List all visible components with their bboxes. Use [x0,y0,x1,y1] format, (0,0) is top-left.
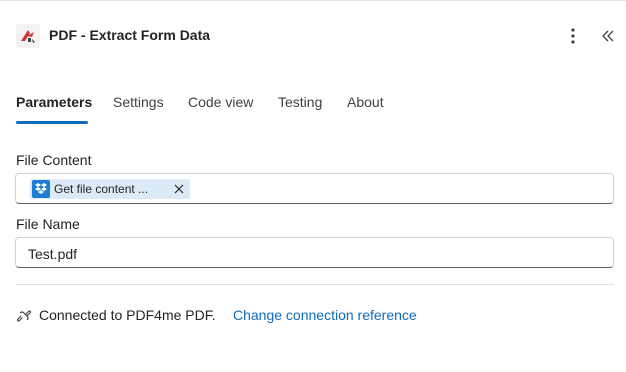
tab-label: Code view [188,94,254,110]
tab-label: About [347,94,384,110]
panel-header: PDF - Extract Form Data [0,20,626,52]
tab-label: Parameters [16,94,93,110]
page-title: PDF - Extract Form Data [49,27,211,43]
double-chevron-left-icon [602,30,614,42]
tab-label: Testing [278,94,323,110]
more-options-button[interactable] [563,24,583,48]
collapse-panel-button[interactable] [598,24,618,48]
tab-code-view[interactable]: Code view [188,94,253,124]
connection-status: Connected to PDF4me PDF. [39,307,216,323]
tab-parameters[interactable]: Parameters [16,94,92,124]
section-divider [16,284,614,285]
tab-label: Settings [113,94,164,110]
tab-settings[interactable]: Settings [113,94,164,124]
token-label: Get file content ... [54,182,149,196]
dropbox-icon [32,180,50,198]
tab-testing[interactable]: Testing [278,94,322,124]
file-name-value: Test.pdf [28,246,78,262]
dynamic-content-token[interactable]: Get file content ... [30,179,190,199]
file-content-input[interactable]: Get file content ... [15,173,614,204]
active-tab-indicator [16,121,88,124]
tab-about[interactable]: About [347,94,384,124]
pdf4me-logo-icon [16,24,40,48]
file-name-label: File Name [16,216,80,232]
top-border [0,0,626,1]
file-content-label: File Content [16,152,92,168]
change-connection-link[interactable]: Change connection reference [233,307,417,323]
file-name-input[interactable]: Test.pdf [15,237,614,268]
remove-token-button[interactable] [172,181,186,197]
link-icon [16,310,32,322]
more-vertical-icon [571,28,575,44]
close-icon [174,184,184,194]
